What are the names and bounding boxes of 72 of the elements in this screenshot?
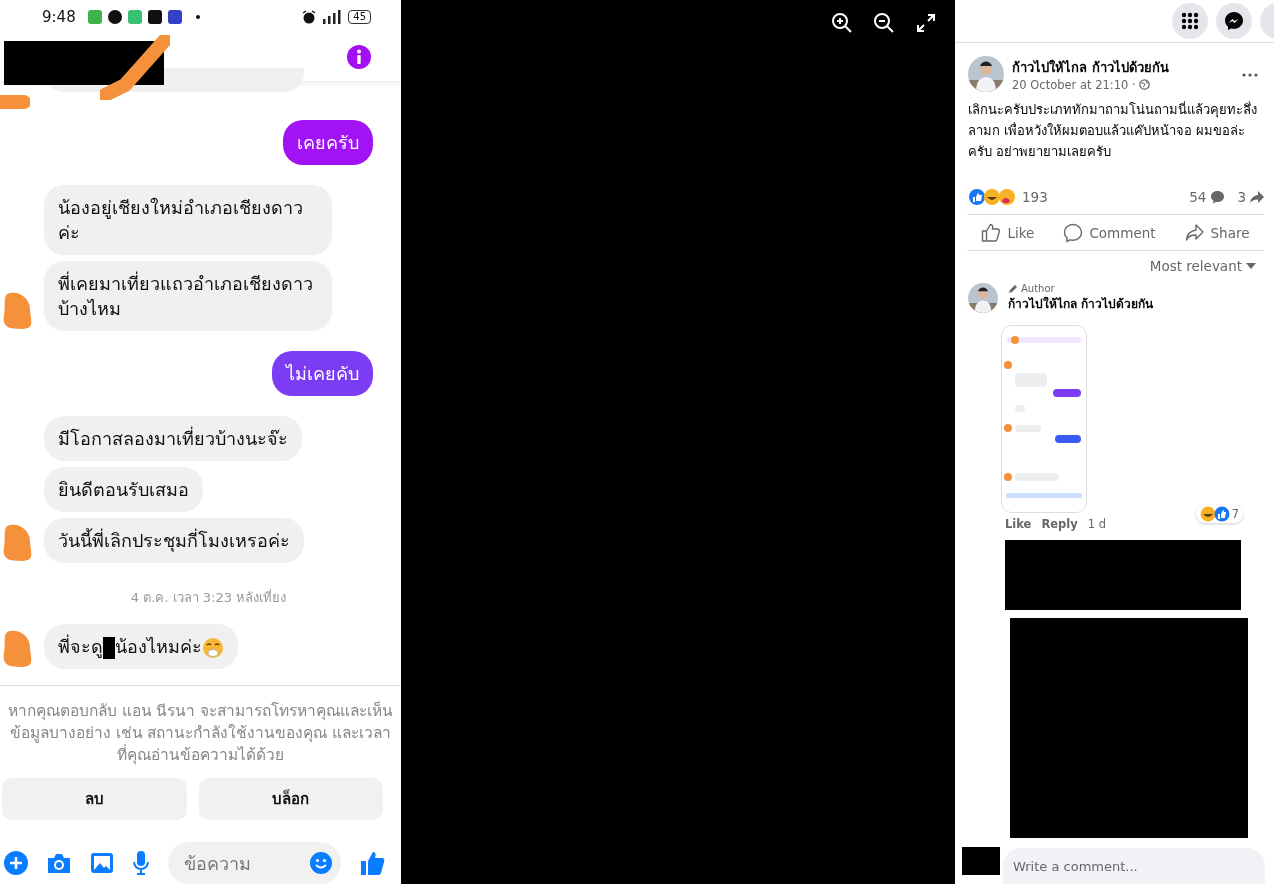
action-button[interactable]: บล็อก: [198, 778, 383, 820]
comment-icon: [1210, 190, 1226, 204]
notification-dot-icon: [195, 14, 200, 19]
post-action-button[interactable]: Comment: [1057, 218, 1162, 247]
scribbled-avatar: [2, 523, 34, 563]
scribble-drawing: [100, 35, 170, 100]
thumbs-up-icon: [981, 222, 1002, 243]
post-action-button[interactable]: Like: [975, 218, 1041, 247]
action-button[interactable]: ลบ: [2, 778, 187, 820]
message-bubble: ยินดีตอนรับเสมอ: [44, 467, 203, 512]
thumbs-up-icon[interactable]: [359, 850, 385, 876]
comment-age[interactable]: 1 d: [1087, 517, 1107, 531]
microphone-icon[interactable]: [132, 850, 150, 876]
comment-icon: [1063, 222, 1084, 243]
post-time[interactable]: 20 October at 21:10 ·: [1012, 77, 1136, 92]
info-icon: [347, 45, 371, 70]
chat-screenshot-drawing[interactable]: [1001, 325, 1087, 513]
pencil-icon: [1008, 283, 1018, 294]
menu-button[interactable]: [1172, 3, 1208, 39]
comment-count[interactable]: 54: [1189, 189, 1207, 205]
globe-icon: [1138, 79, 1150, 90]
message-input-field[interactable]: ข้อความ: [182, 851, 309, 875]
scribbled-avatar: [2, 291, 34, 331]
reaction-icons-drawing: [968, 188, 1018, 206]
message-bubble: ไม่เคยคับ: [272, 351, 373, 396]
add-icon[interactable]: [4, 851, 28, 875]
message-timestamp: 4 ต.ค. เวลา 3:23 หลังเที่ยง: [130, 588, 287, 607]
message-text: พี่จะดู: [58, 636, 103, 657]
comment-action-link[interactable]: Reply: [1041, 517, 1078, 531]
author-label: Author: [1021, 283, 1055, 294]
zoom-out-icon[interactable]: [873, 12, 895, 34]
redaction-block: [962, 847, 1000, 875]
commenter-name[interactable]: ก้าวไปให้ไกล ก้าวไปด้วยกัน: [1008, 294, 1245, 313]
app-icon: [107, 9, 122, 24]
share-icon: [1250, 191, 1264, 203]
share-icon: [1184, 222, 1205, 243]
sort-dropdown[interactable]: Most relevant: [1143, 257, 1262, 275]
messenger-button[interactable]: [1216, 3, 1252, 39]
image-icon[interactable]: [90, 852, 114, 874]
battery-level: 45: [348, 9, 371, 24]
signal-icon: [322, 9, 343, 24]
message-field[interactable]: ข้อความ: [168, 842, 341, 884]
app-icon: [127, 9, 142, 24]
comment-input-field[interactable]: Write a comment...: [1003, 848, 1265, 884]
fullscreen-icon[interactable]: [915, 12, 937, 34]
clock-time: 9:48: [42, 7, 76, 26]
app-icon: [167, 9, 182, 24]
reaction-count[interactable]: 193: [1022, 189, 1048, 205]
message-bubble: วันนี้พี่เลิกประชุมกี่โมงเหรอค่ะ: [44, 518, 304, 563]
zoom-in-icon[interactable]: [831, 12, 853, 34]
message-text: น้องไหมค่ะ: [115, 636, 202, 657]
message-bubble: น้องอยู่เชียงใหม่อำเภอเชียงดาวค่ะ: [44, 185, 332, 255]
message-bubble: เคยครับ: [283, 120, 373, 165]
scribble-drawing: [0, 92, 30, 112]
reaction-count[interactable]: 7: [1231, 507, 1239, 521]
caret-icon: [1246, 263, 1256, 269]
author-name[interactable]: ก้าวไปให้ไกล ก้าวไปด้วยกัน: [1012, 56, 1230, 78]
emoji-icon[interactable]: [309, 851, 333, 875]
scribbled-avatar: [2, 629, 34, 669]
share-count[interactable]: 3: [1237, 189, 1246, 205]
message-bubble: มีโอกาสลองมาเที่ยวบ้างนะจ๊ะ: [44, 416, 302, 461]
message-bubble: พี่เคยมาเที่ยวแถวอำเภอเชียงดาวบ้างไหม: [44, 261, 332, 331]
app-icon: [147, 9, 162, 24]
post-text: เลิกนะครับประเภททักมาถามโน่นถามนี่แล้วคุยทะลึ่งลามก เพื่อหวังให้ผมตอบแล้วแค๊ปหน้าจอ ผมขอล่ะครับ อย่าพยายามเลยครับ: [967, 100, 1258, 161]
post-action-button[interactable]: Share: [1178, 218, 1256, 247]
camera-icon[interactable]: [46, 852, 72, 874]
comment-action-link[interactable]: Like: [1005, 517, 1032, 531]
more-icon: [1242, 72, 1258, 77]
alarm-icon: [302, 9, 317, 24]
chat-bubble-icon: [1224, 11, 1244, 31]
app-icon: [87, 9, 102, 24]
grid-icon: [1181, 12, 1199, 30]
